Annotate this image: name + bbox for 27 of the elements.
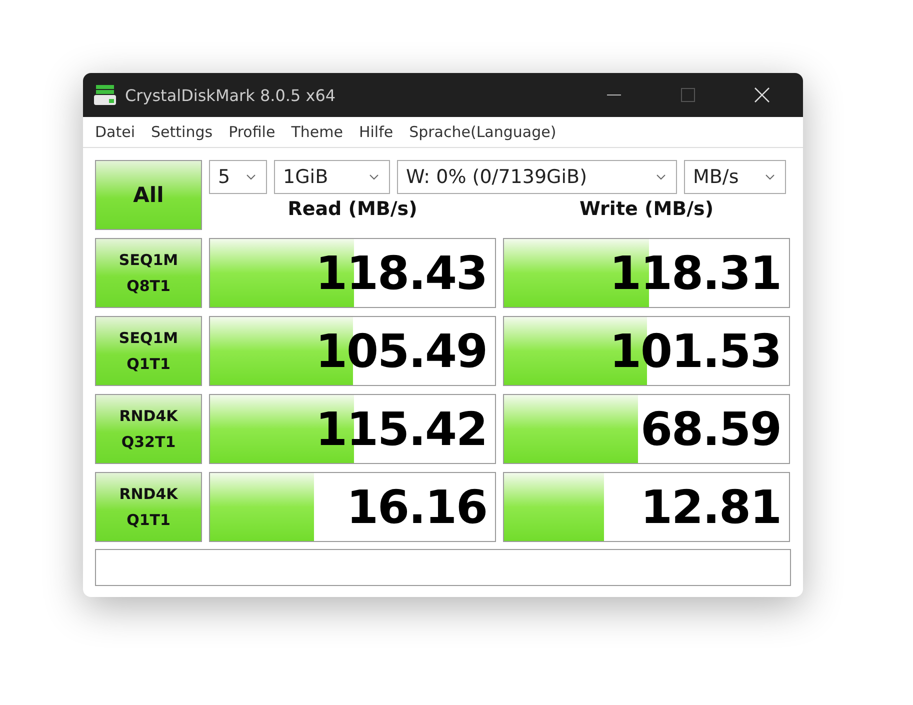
close-icon[interactable] bbox=[754, 87, 770, 103]
window-title: CrystalDiskMark 8.0.5 x64 bbox=[125, 86, 336, 104]
column-header: Write (MB/s) bbox=[578, 198, 715, 220]
result-cell: 68.59 bbox=[503, 394, 790, 464]
all-button[interactable]: All bbox=[95, 160, 202, 230]
chevron-icon bbox=[246, 174, 256, 180]
menu-item[interactable]: Datei bbox=[87, 123, 144, 141]
test-button[interactable]: RND4K Q1T1 bbox=[95, 472, 202, 542]
dropdown[interactable]: 1GiB bbox=[274, 160, 390, 194]
test-button[interactable]: SEQ1M Q8T1 bbox=[95, 238, 202, 308]
menu-item[interactable]: Theme bbox=[283, 123, 351, 141]
dropdown[interactable]: W: 0% (0/7139GiB) bbox=[397, 160, 677, 194]
menu-item[interactable]: Hilfe bbox=[350, 123, 402, 141]
test-button[interactable]: RND4K Q32T1 bbox=[95, 394, 202, 464]
menu-item[interactable]: Profile bbox=[220, 123, 284, 141]
dropdown[interactable]: 5 bbox=[209, 160, 267, 194]
result-cell: 12.81 bbox=[503, 472, 790, 542]
result-cell: 16.16 bbox=[209, 472, 496, 542]
chevron-icon bbox=[765, 174, 775, 180]
dropdown[interactable]: MB/s bbox=[684, 160, 786, 194]
column-header: Read (MB/s) bbox=[286, 198, 418, 220]
chevron-icon bbox=[369, 174, 379, 180]
test-button[interactable]: SEQ1M Q1T1 bbox=[95, 316, 202, 386]
menu-item[interactable]: Settings bbox=[143, 123, 221, 141]
menu-item[interactable]: Sprache(Language) bbox=[401, 123, 564, 141]
disk-icon bbox=[93, 83, 117, 107]
chevron-icon bbox=[656, 174, 666, 180]
